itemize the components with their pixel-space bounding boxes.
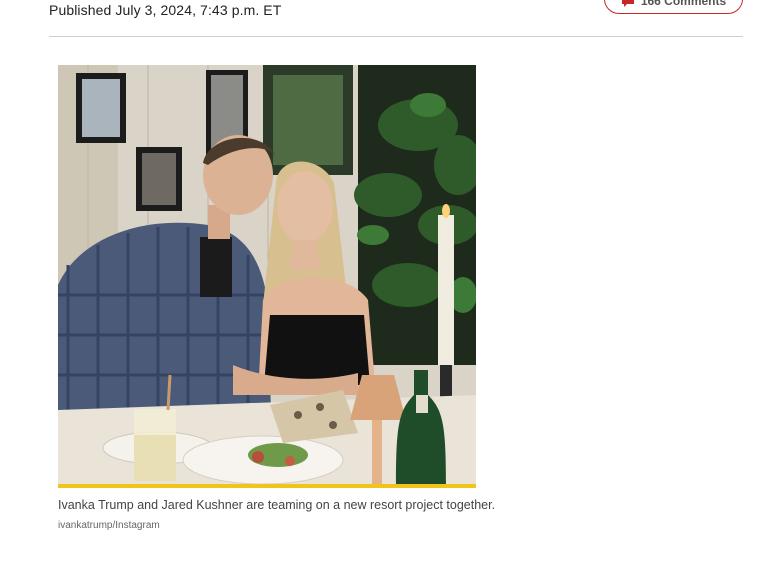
photo-credit: ivankatrump/Instagram xyxy=(58,520,160,531)
speech-bubble-icon xyxy=(621,0,634,7)
photo-accent-rule xyxy=(58,484,476,488)
comments-button[interactable]: 166 Comments xyxy=(604,0,743,14)
header-divider xyxy=(49,36,743,37)
article-photo[interactable] xyxy=(58,65,476,484)
published-timestamp: Published July 3, 2024, 7:43 p.m. ET xyxy=(49,2,282,18)
photo-caption: Ivanka Trump and Jared Kushner are teami… xyxy=(58,498,496,512)
comments-count: 166 Comments xyxy=(640,0,727,8)
photo-illustration xyxy=(58,65,476,484)
